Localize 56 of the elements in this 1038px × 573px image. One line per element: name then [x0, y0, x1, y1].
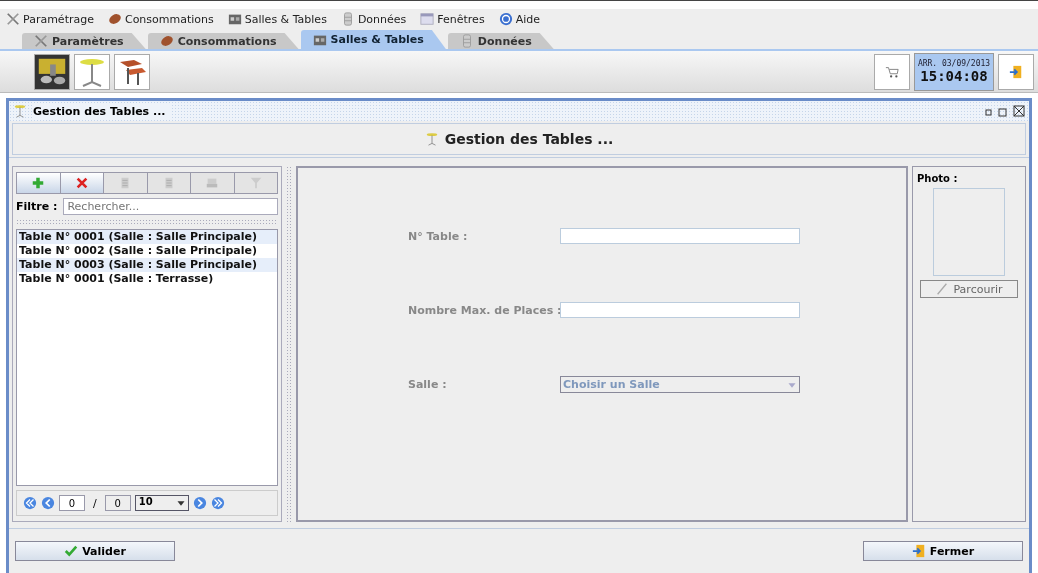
close-button[interactable]: Fermer — [863, 541, 1023, 561]
exit-button[interactable] — [998, 53, 1034, 90]
tab[interactable]: Salles & Tables — [300, 30, 446, 49]
page-size-select[interactable]: 10 — [134, 495, 189, 511]
validate-button[interactable]: Valider — [15, 541, 175, 561]
menu-item[interactable]: Aide — [498, 12, 540, 26]
cross-icon — [74, 176, 89, 190]
double-right-arrow-icon — [210, 496, 225, 510]
input-field[interactable] — [560, 228, 800, 244]
search-field[interactable]: Rechercher... — [63, 198, 278, 215]
bread-icon — [159, 34, 174, 48]
checkmark-icon — [64, 544, 79, 558]
clock-time: 15:04:08 — [920, 68, 988, 84]
toolbar-button[interactable] — [17, 173, 61, 193]
list-item[interactable]: Table N° 0003 (Salle : Salle Principale) — [17, 258, 277, 272]
form-header: Gestion des Tables ... — [444, 131, 614, 147]
tools-icon — [6, 12, 20, 26]
field-label: Salle : — [408, 378, 448, 391]
field-label: Nombre Max. de Places : — [408, 303, 560, 317]
page-count: 0 — [104, 495, 131, 511]
input-field[interactable] — [560, 302, 800, 318]
help-icon — [498, 12, 513, 26]
menu-item[interactable]: Fenêtres — [420, 12, 485, 26]
menu-item[interactable]: Consommations — [107, 12, 214, 26]
list-item[interactable]: Table N° 0001 (Salle : Salle Principale) — [17, 230, 277, 244]
bread-icon — [107, 12, 122, 26]
tab[interactable]: Données — [447, 33, 554, 49]
filter-label: Filtre : — [16, 200, 58, 213]
printer-icon — [205, 176, 220, 190]
exit-door-icon — [1009, 64, 1023, 79]
tools-icon — [34, 34, 48, 48]
toolbar-button[interactable] — [60, 173, 104, 193]
clock-date: ARR. 03/09/2013 — [917, 59, 991, 68]
page-field[interactable]: 0 — [59, 495, 85, 511]
plus-icon — [31, 176, 46, 190]
cart-button[interactable] — [874, 53, 910, 90]
page-separator: / — [92, 496, 98, 510]
pen-icon — [935, 282, 950, 296]
menu-item[interactable]: Paramétrage — [6, 12, 94, 26]
table-icon — [13, 104, 27, 118]
tab[interactable]: Paramètres — [22, 33, 146, 49]
funnel-icon — [248, 176, 263, 190]
tables-button[interactable] — [114, 53, 150, 90]
field-label: N° Table : — [408, 229, 469, 243]
photo-title: Photo : — [917, 173, 958, 184]
window-controls-icon[interactable] — [985, 105, 1025, 117]
window-icon — [420, 12, 435, 26]
cart-icon — [885, 64, 899, 79]
double-left-arrow-icon — [23, 496, 37, 510]
menu-item[interactable]: Salles & Tables — [227, 12, 327, 26]
menu-item[interactable]: Données — [340, 12, 407, 26]
tab[interactable]: Consommations — [147, 33, 299, 49]
table-icon — [424, 132, 439, 146]
exit-door-icon — [911, 544, 926, 558]
browse-button[interactable]: Parcourir — [920, 280, 1018, 298]
frame-title: Gestion des Tables ... — [33, 104, 172, 118]
